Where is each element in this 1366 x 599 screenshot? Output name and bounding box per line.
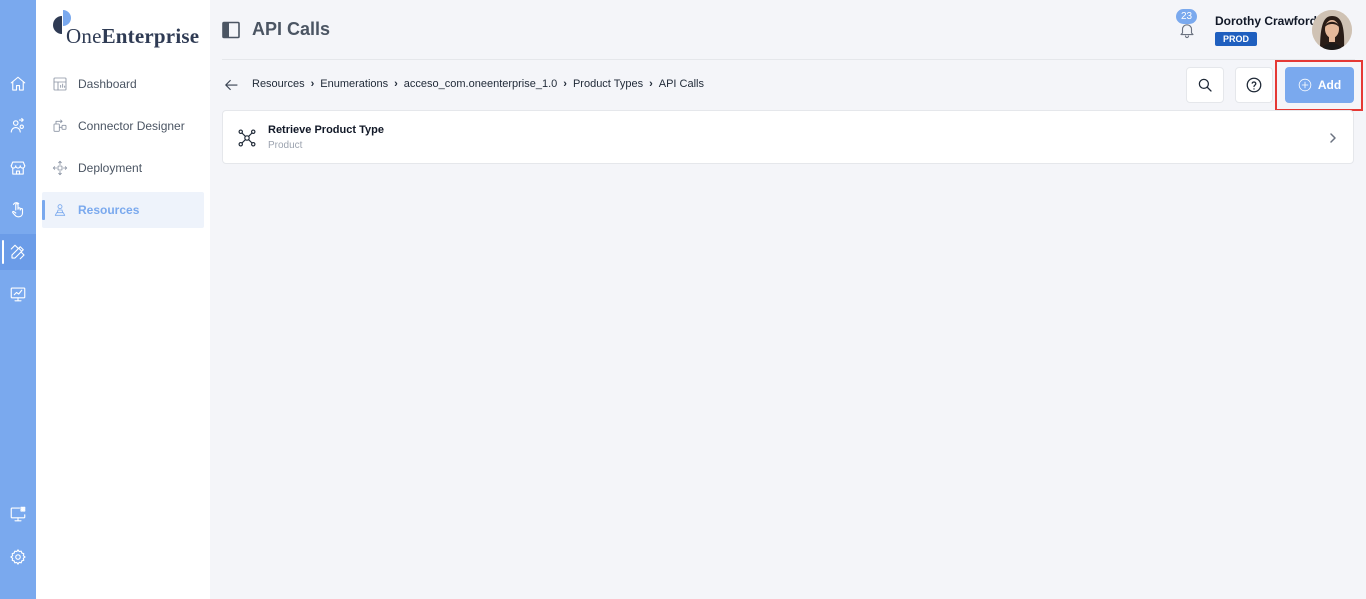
breadcrumb-resources[interactable]: Resources — [252, 78, 305, 90]
panel-toggle-icon[interactable] — [222, 21, 240, 39]
list-item-icon — [237, 128, 257, 148]
chevron-right-icon: › — [310, 78, 315, 90]
rail-users-button[interactable] — [0, 108, 36, 144]
sidebar-item-label: Resources — [78, 203, 140, 217]
add-button-label: Add — [1317, 78, 1342, 92]
sidebar: OneEnterprise Dashboard Connector Design… — [36, 0, 210, 599]
sidebar-item-connector-designer[interactable]: Connector Designer — [42, 108, 204, 144]
brand-name: OneEnterprise — [66, 24, 200, 48]
list-item-chevron — [1327, 131, 1339, 143]
hand-pointer-icon — [12, 202, 24, 218]
rail-home-button[interactable] — [0, 66, 36, 102]
rail-touch-button[interactable] — [0, 192, 36, 228]
user-name: Dorothy Crawford — [1215, 14, 1317, 28]
user-switch-icon — [10, 117, 24, 133]
deployment-icon — [52, 160, 68, 176]
chevron-right-icon: › — [649, 78, 653, 90]
dashboard-icon — [53, 77, 67, 91]
rail-settings-button[interactable] — [0, 539, 36, 575]
gear-icon — [10, 549, 26, 565]
breadcrumb-enumerations[interactable]: Enumerations — [320, 78, 388, 90]
sidebar-item-resources[interactable]: Resources — [42, 192, 204, 228]
help-icon — [1246, 77, 1262, 93]
search-icon — [1198, 78, 1212, 92]
connector-icon — [53, 119, 67, 132]
arrow-left-icon — [225, 79, 238, 91]
monitor-grid-icon — [10, 506, 26, 522]
sidebar-item-label: Dashboard — [78, 77, 137, 91]
plus-circle-icon — [1298, 78, 1312, 92]
resources-icon — [54, 204, 66, 216]
page-title: API Calls — [252, 19, 331, 39]
breadcrumb-product-types[interactable]: Product Types — [573, 78, 643, 90]
list-item-subtitle: Product — [268, 140, 303, 151]
store-icon — [10, 161, 26, 175]
list-item[interactable]: Retrieve Product Type Product — [222, 110, 1354, 164]
sidebar-item-label: Connector Designer — [78, 119, 185, 133]
rail-monitor-button[interactable] — [0, 276, 36, 312]
chevron-right-icon: › — [563, 78, 567, 90]
avatar-photo-icon — [1312, 10, 1352, 50]
header-divider — [222, 59, 1355, 60]
rail-tools-button[interactable] — [0, 234, 36, 270]
sidebar-item-deployment[interactable]: Deployment — [42, 150, 204, 186]
bell-icon — [1180, 24, 1194, 38]
breadcrumb-api-calls: API Calls — [658, 78, 704, 90]
chevron-right-icon — [1330, 133, 1336, 143]
icon-rail — [0, 0, 36, 599]
sidebar-item-label: Deployment — [78, 161, 143, 175]
notifications-button[interactable]: 23 — [1176, 9, 1198, 40]
page-header: API Calls 23 Dorothy Crawford PROD — [210, 0, 1366, 60]
breadcrumb-enumeration-package[interactable]: acceso_com.oneenterprise_1.0 — [404, 78, 557, 90]
back-button[interactable] — [222, 76, 240, 94]
sidebar-item-dashboard[interactable]: Dashboard — [42, 66, 204, 102]
add-button[interactable]: Add — [1285, 67, 1354, 103]
pencil-ruler-icon — [10, 244, 25, 260]
rail-monitor-apps-button[interactable] — [0, 496, 36, 532]
monitor-chart-icon — [10, 287, 26, 302]
help-button[interactable] — [1235, 67, 1273, 103]
avatar[interactable] — [1312, 10, 1352, 50]
environment-badge: PROD — [1215, 32, 1258, 46]
api-network-icon — [238, 129, 256, 147]
breadcrumb: Resources › Enumerations › acceso_com.on… — [252, 78, 704, 90]
rail-store-button[interactable] — [0, 150, 36, 186]
list-item-title: Retrieve Product Type — [268, 124, 384, 136]
search-button[interactable] — [1186, 67, 1224, 103]
chevron-right-icon: › — [394, 78, 398, 90]
home-icon — [10, 76, 26, 91]
sidebar-nav: Dashboard Connector Designer Deployment … — [42, 66, 204, 234]
